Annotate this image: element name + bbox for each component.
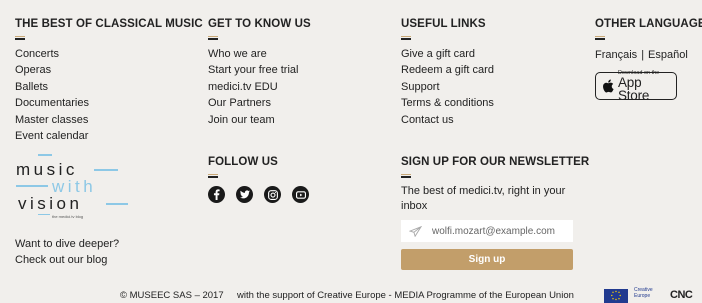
footer-column-useful: USEFUL LINKS Give a gift card Redeem a g… — [401, 17, 494, 128]
youtube-icon[interactable] — [292, 186, 309, 203]
logo-tagline: the medici.tv blog — [52, 214, 84, 219]
newsletter-heading: SIGN UP FOR OUR NEWSLETTER — [401, 156, 590, 168]
column-heading: THE BEST OF CLASSICAL MUSIC — [15, 18, 203, 30]
copyright: © MUSEEC SAS – 2017 — [120, 290, 224, 301]
link-operas[interactable]: Operas — [15, 62, 203, 78]
music-with-vision-logo[interactable]: music with vision the medici.tv blog — [12, 150, 132, 222]
blog-promo: Want to dive deeper? Check out our blog — [15, 236, 119, 269]
instagram-icon[interactable] — [264, 186, 281, 203]
column-heading: OTHER LANGUAGES — [595, 18, 702, 30]
link-join-team[interactable]: Join our team — [208, 112, 311, 128]
facebook-icon[interactable] — [208, 186, 225, 203]
link-contact[interactable]: Contact us — [401, 112, 494, 128]
column-heading: GET TO KNOW US — [208, 18, 311, 30]
follow-heading: FOLLOW US — [208, 156, 278, 168]
link-redeem-gift-card[interactable]: Redeem a gift card — [401, 62, 494, 78]
newsletter-description: The best of medici.tv, right in your inb… — [401, 185, 566, 212]
footer-column-about: GET TO KNOW US Who we are Start your fre… — [208, 17, 311, 128]
column-heading: USEFUL LINKS — [401, 18, 486, 30]
link-ballets[interactable]: Ballets — [15, 79, 203, 95]
language-french[interactable]: Français — [595, 49, 637, 61]
language-switcher: Français | Español — [595, 49, 702, 61]
heading-underline — [401, 36, 411, 40]
twitter-icon[interactable] — [236, 186, 253, 203]
heading-underline — [15, 36, 25, 40]
social-icons — [208, 186, 309, 203]
creative-europe-logo: Creative Europe — [634, 287, 653, 299]
email-field — [401, 220, 573, 242]
link-master-classes[interactable]: Master classes — [15, 112, 203, 128]
logo-line — [16, 185, 48, 187]
blog-link[interactable]: Check out our blog — [15, 252, 119, 268]
logo-line — [38, 214, 50, 215]
sign-up-button[interactable]: Sign up — [401, 249, 573, 270]
heading-underline — [401, 174, 411, 178]
logo-line — [94, 169, 118, 171]
logo-word-music: music — [16, 160, 78, 179]
link-edu[interactable]: medici.tv EDU — [208, 79, 311, 95]
logo-word-vision: vision — [18, 194, 83, 213]
creative-europe-line2: Europe — [634, 292, 651, 299]
paper-plane-icon — [409, 225, 422, 237]
link-event-calendar[interactable]: Event calendar — [15, 128, 203, 144]
link-terms[interactable]: Terms & conditions — [401, 95, 494, 111]
newsletter-section: SIGN UP FOR OUR NEWSLETTER The best of m… — [401, 155, 589, 270]
link-list: Who we are Start your free trial medici.… — [208, 46, 311, 128]
link-documentaries[interactable]: Documentaries — [15, 95, 203, 111]
footer-bar: © MUSEEC SAS – 2017 with the support of … — [0, 287, 702, 303]
blog-promo-line1: Want to dive deeper? — [15, 238, 120, 250]
apple-icon — [603, 79, 614, 93]
heading-underline — [208, 174, 218, 178]
link-list: Give a gift card Redeem a gift card Supp… — [401, 46, 494, 128]
heading-underline — [208, 36, 218, 40]
link-give-gift-card[interactable]: Give a gift card — [401, 46, 494, 62]
email-input[interactable] — [432, 225, 562, 237]
footer-column-languages: OTHER LANGUAGES Français | Español — [595, 17, 702, 61]
support-statement: with the support of Creative Europe - ME… — [237, 290, 574, 301]
link-partners[interactable]: Our Partners — [208, 95, 311, 111]
footer-column-classical: THE BEST OF CLASSICAL MUSIC Concerts Ope… — [15, 17, 203, 144]
link-support[interactable]: Support — [401, 79, 494, 95]
link-free-trial[interactable]: Start your free trial — [208, 62, 311, 78]
app-store-text: Download on the App Store — [618, 70, 676, 102]
language-separator: | — [641, 49, 645, 61]
app-store-big-text: App Store — [617, 75, 650, 103]
follow-us-section: FOLLOW US — [208, 155, 309, 203]
logo-word-with: with — [52, 177, 97, 196]
app-store-badge[interactable]: Download on the App Store — [595, 70, 677, 102]
link-who-we-are[interactable]: Who we are — [208, 46, 311, 62]
cnc-logo: CNC — [670, 289, 693, 301]
language-spanish[interactable]: Español — [648, 49, 688, 61]
link-concerts[interactable]: Concerts — [15, 46, 203, 62]
eu-flag-icon — [604, 289, 628, 303]
logo-line — [106, 203, 128, 205]
logo-line — [38, 154, 52, 156]
heading-underline — [595, 36, 605, 40]
link-list: Concerts Operas Ballets Documentaries Ma… — [15, 46, 203, 144]
